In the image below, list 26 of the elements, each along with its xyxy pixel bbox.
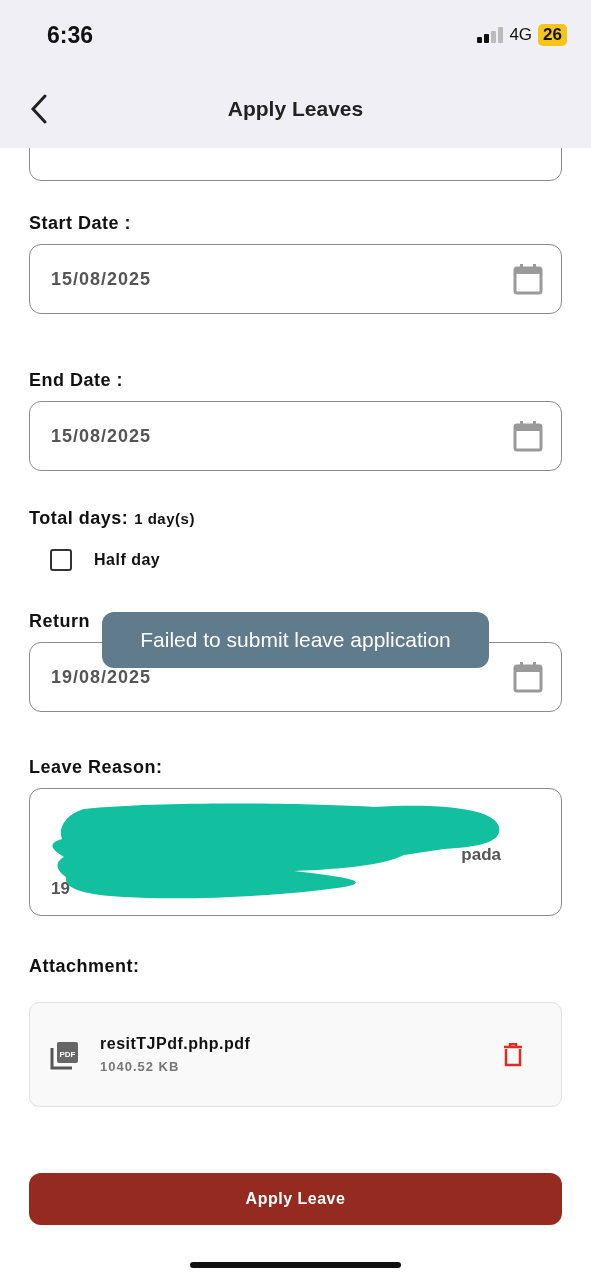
battery-level: 26 [538, 24, 567, 46]
calendar-icon[interactable] [513, 661, 543, 693]
page-title: Apply Leaves [227, 97, 364, 121]
total-days-value: 1 day(s) [134, 510, 195, 527]
status-time: 6:36 [47, 21, 94, 49]
file-size: 1040.52 KB [100, 1059, 181, 1074]
file-name: resitTJPdf.php.pdf [100, 1035, 252, 1053]
calendar-icon[interactable] [513, 263, 543, 295]
error-toast: Failed to submit leave application [102, 612, 489, 668]
apply-leave-button[interactable]: Apply Leave [29, 1173, 562, 1225]
signal-icon [477, 27, 504, 43]
field-label: Return [29, 611, 91, 632]
network-label: 4G [509, 25, 533, 45]
date-field[interactable]: 15/08/2025 [29, 244, 562, 314]
checkbox[interactable] [50, 549, 72, 571]
field-label: End Date : [29, 370, 124, 391]
field-label: Start Date : [29, 213, 133, 234]
date-field[interactable]: 15/08/2025 [29, 401, 562, 471]
field-label: Leave Reason: [29, 757, 164, 778]
checkbox-label: Half day [94, 551, 161, 569]
calendar-icon[interactable] [513, 420, 543, 452]
field-label: Total days: [29, 508, 129, 529]
back-icon[interactable] [30, 94, 48, 124]
delete-icon[interactable] [503, 1042, 523, 1067]
field-label: Attachment: [29, 956, 141, 977]
reason-field[interactable]: pada 19 [29, 788, 562, 916]
